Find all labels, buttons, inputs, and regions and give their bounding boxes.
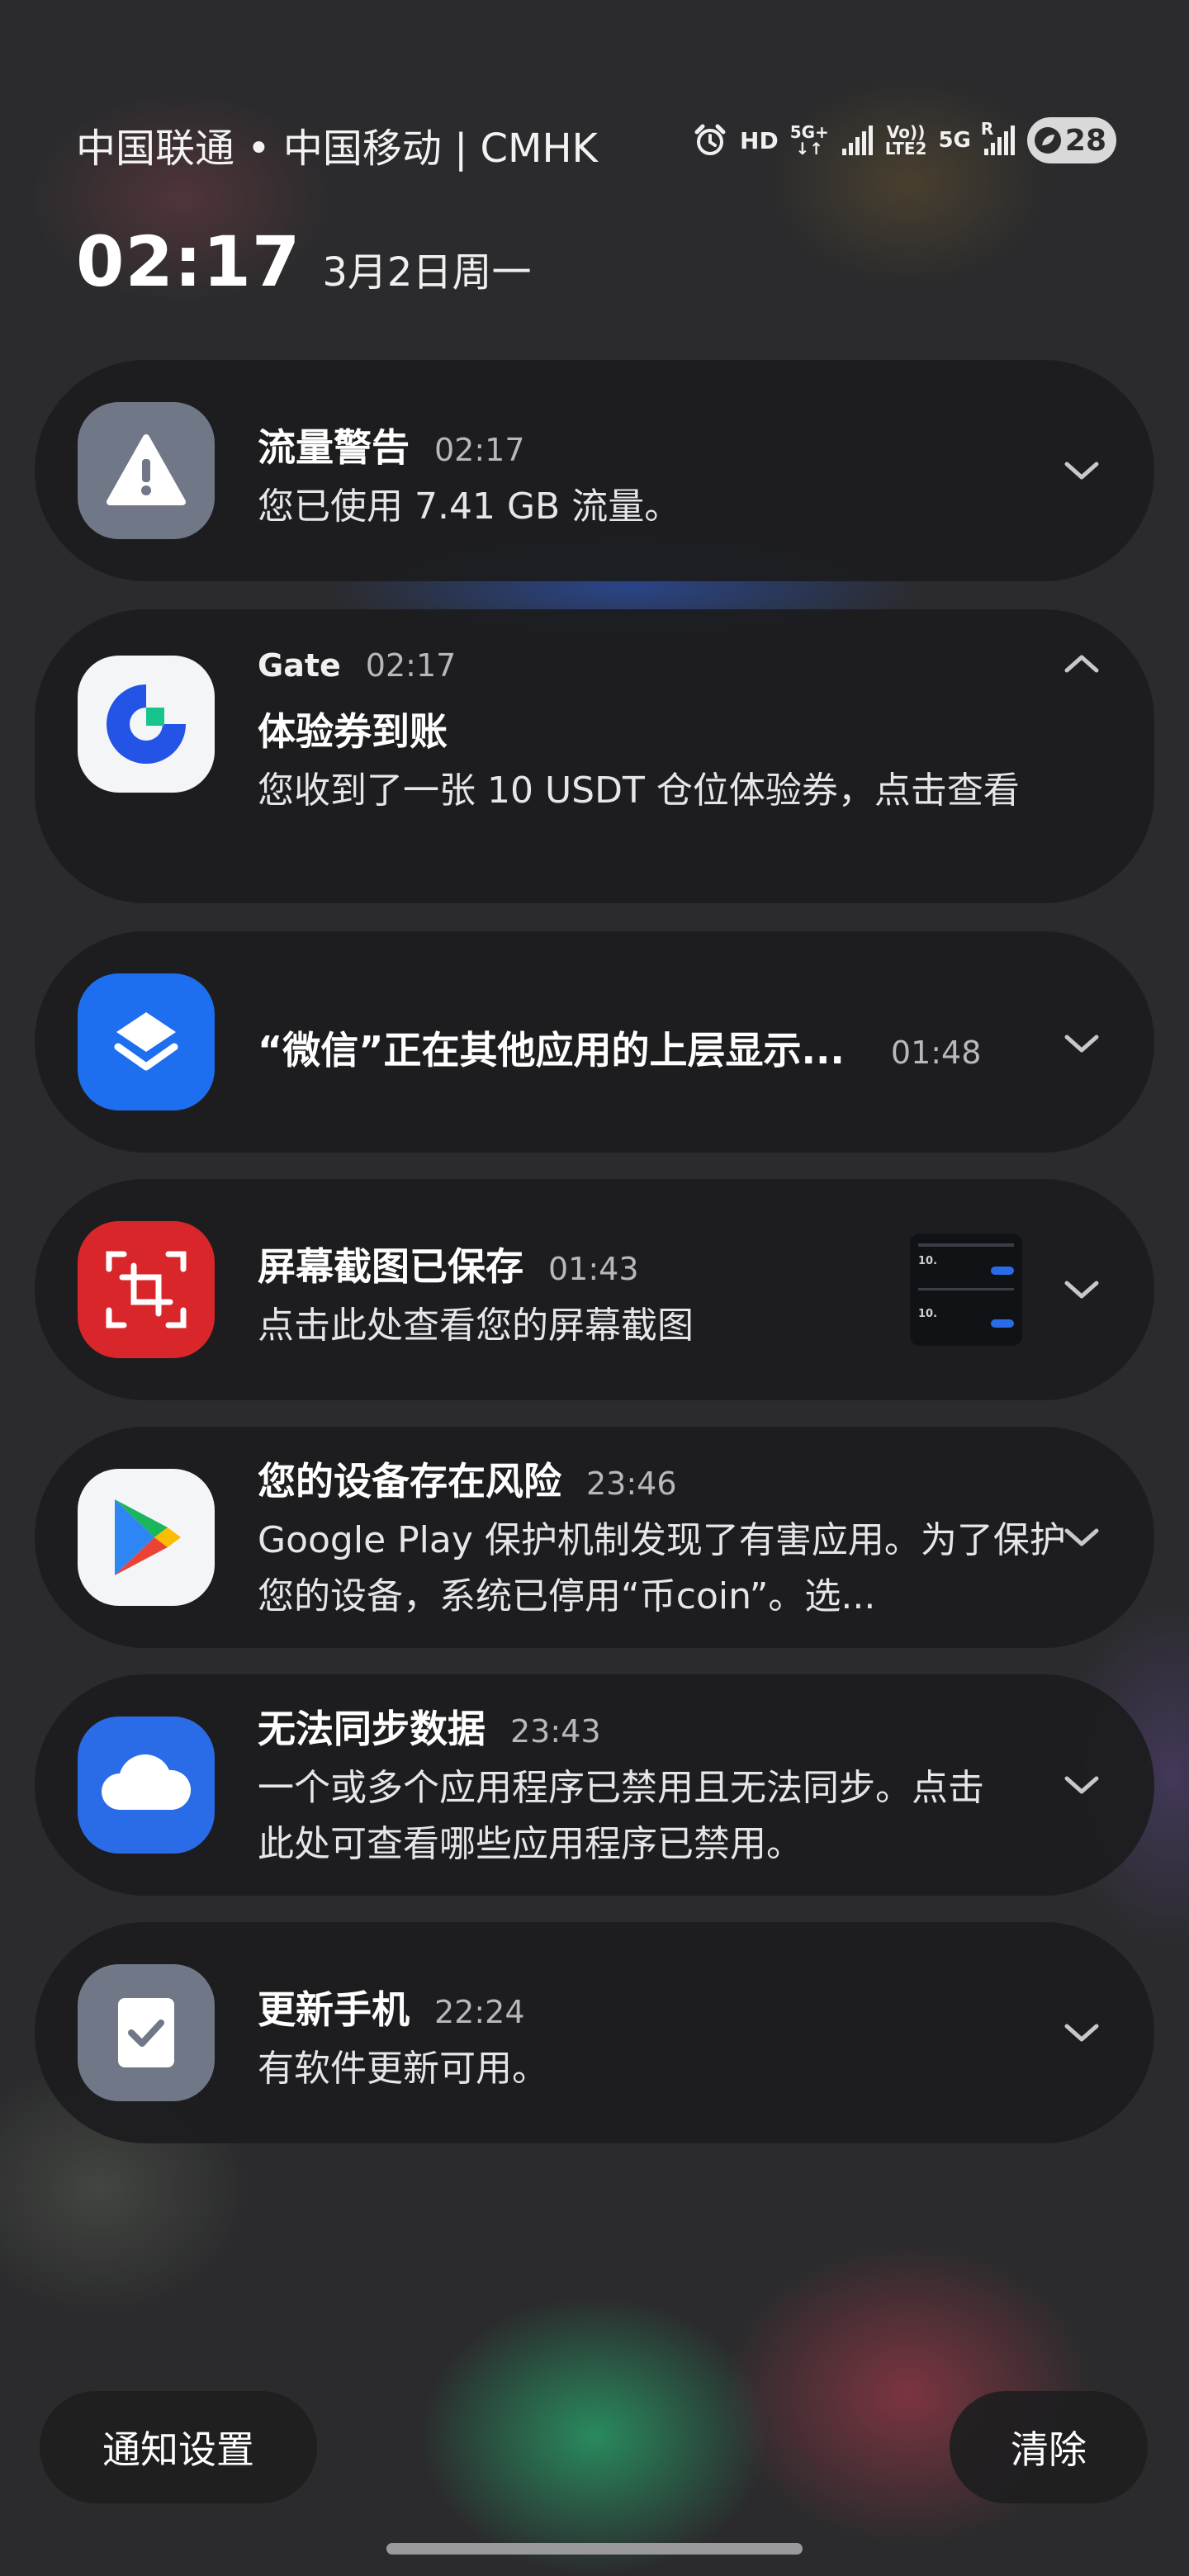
chevron-down-icon[interactable] [1060, 1764, 1103, 1807]
chevron-down-icon[interactable] [1060, 2011, 1103, 2054]
notification-header: Gate 02:17 [258, 647, 456, 684]
roaming-label: R [980, 119, 994, 139]
notification-screenshot[interactable]: 屏幕截图已保存 01:43 点击此处查看您的屏幕截图 10. 10. [35, 1179, 1154, 1400]
update-check-icon [78, 1964, 215, 2101]
notification-time: 01:43 [548, 1251, 639, 1287]
google-play-icon [78, 1469, 215, 1606]
notification-title: “微信”正在其他应用的上层显示... [258, 1028, 845, 1073]
notification-software-update[interactable]: 更新手机 22:24 有软件更新可用。 [35, 1922, 1154, 2143]
chevron-up-icon[interactable] [1060, 642, 1103, 685]
notification-title: 屏幕截图已保存 [258, 1244, 523, 1289]
clock-date: 3月2日周一 [322, 249, 532, 296]
chevron-down-icon[interactable] [1060, 1516, 1103, 1559]
notification-title: 体验券到账 [258, 709, 448, 754]
notification-time: 01:48 [890, 1035, 982, 1071]
screenshot-icon [78, 1221, 215, 1358]
notification-google-play[interactable]: 您的设备存在风险 23:46 Google Play 保护机制发现了有害应用。为… [35, 1427, 1154, 1648]
notification-body: 有软件更新可用。 [258, 2048, 548, 2090]
notification-title: 更新手机 [258, 1987, 410, 2032]
battery-saver-icon [1034, 127, 1061, 154]
screenshot-thumbnail[interactable]: 10. 10. [910, 1234, 1022, 1346]
notification-time: 02:17 [434, 432, 525, 468]
notification-body: 您收到了一张 10 USDT 仓位体验券，点击查看 [258, 769, 1020, 812]
notification-sync-failed[interactable]: 无法同步数据 23:43 一个或多个应用程序已禁用且无法同步。点击此处可查看哪些… [35, 1674, 1154, 1896]
carrier-label: 中国联通 • 中国移动 | CMHK [76, 125, 599, 172]
network-5gplus: 5G+ ↓↑ [790, 124, 829, 157]
volte-top: Vo)) [886, 122, 926, 142]
thumb-value-2: 10. [918, 1308, 938, 1320]
notification-body: 点击此处查看您的屏幕截图 [258, 1305, 694, 1347]
thumb-value-1: 10. [918, 1255, 938, 1267]
notification-header: “微信”正在其他应用的上层显示... 01:48 [258, 1020, 981, 1075]
layers-icon [78, 973, 215, 1110]
chevron-down-icon[interactable] [1060, 449, 1103, 492]
notification-wechat-overlay[interactable]: “微信”正在其他应用的上层显示... 01:48 [35, 931, 1154, 1153]
battery-indicator: 28 [1026, 117, 1116, 163]
notification-header: 屏幕截图已保存 01:43 [258, 1237, 639, 1291]
signal-icon [841, 124, 874, 157]
notification-header: 您的设备存在风险 23:46 [258, 1451, 677, 1506]
cloud-icon [78, 1717, 215, 1854]
net1-top: 5G+ [789, 122, 829, 142]
chevron-down-icon[interactable] [1060, 1268, 1103, 1311]
home-indicator[interactable] [386, 2543, 803, 2555]
notification-time: 23:43 [510, 1713, 601, 1750]
net1-bottom: ↓↑ [795, 139, 823, 159]
notification-body: Google Play 保护机制发现了有害应用。为了保护您的设备，系统已停用“币… [258, 1519, 1066, 1617]
notification-time: 23:46 [586, 1466, 677, 1502]
notification-header: 更新手机 22:24 [258, 1980, 525, 2034]
notification-time: 02:17 [365, 647, 457, 684]
warning-icon [78, 402, 215, 539]
volte-bottom: LTE2 [884, 139, 927, 159]
gate-logo-icon [78, 656, 215, 793]
notification-title: 您的设备存在风险 [258, 1459, 561, 1503]
notification-time: 22:24 [434, 1994, 525, 2030]
notification-settings-button[interactable]: 通知设置 [40, 2391, 317, 2503]
notification-body: 一个或多个应用程序已禁用且无法同步。点击此处可查看哪些应用程序已禁用。 [258, 1767, 984, 1865]
app-name: Gate [258, 647, 341, 684]
notification-header: 无法同步数据 23:43 [258, 1699, 601, 1754]
notification-header: 流量警告 02:17 [258, 418, 525, 472]
notification-gate[interactable]: Gate 02:17 体验券到账 您收到了一张 10 USDT 仓位体验券，点击… [35, 609, 1154, 903]
status-bar: 中国联通 • 中国移动 | CMHK HD 5G+ ↓↑ Vo)) LTE2 5… [0, 107, 1189, 177]
lockscreen-clock: 02:17 3月2日周一 [76, 221, 531, 302]
signal-icon: R [980, 119, 1016, 157]
notification-body: 您已使用 7.41 GB 流量。 [258, 485, 681, 528]
hd-label: HD [740, 126, 779, 154]
chevron-down-icon[interactable] [1060, 1022, 1103, 1065]
notification-title: 流量警告 [258, 425, 410, 470]
clock-time: 02:17 [76, 221, 301, 302]
status-icons: HD 5G+ ↓↑ Vo)) LTE2 5G R 28 [692, 114, 1116, 167]
alarm-icon [692, 122, 728, 159]
notification-title: 无法同步数据 [258, 1707, 486, 1751]
clear-all-button[interactable]: 清除 [950, 2391, 1148, 2503]
volte-indicator: Vo)) LTE2 [885, 124, 927, 157]
notification-data-warning[interactable]: 流量警告 02:17 您已使用 7.41 GB 流量。 [35, 360, 1154, 581]
network-5g: 5G [938, 128, 971, 153]
battery-level: 28 [1064, 123, 1106, 158]
